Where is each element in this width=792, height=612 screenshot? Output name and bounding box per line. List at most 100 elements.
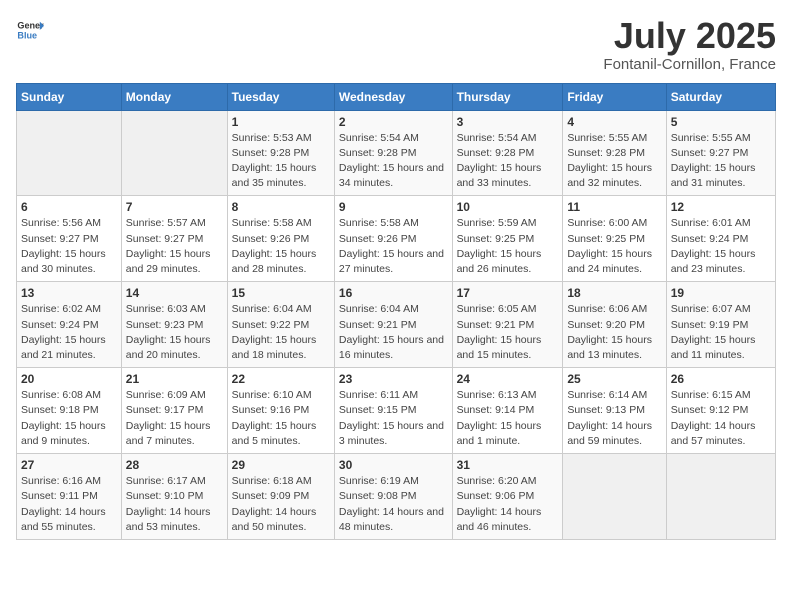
calendar-cell: 8Sunrise: 5:58 AMSunset: 9:26 PMDaylight… — [227, 196, 334, 282]
day-detail: Sunrise: 6:11 AMSunset: 9:15 PMDaylight:… — [339, 388, 448, 449]
day-number: 23 — [339, 372, 448, 386]
day-number: 31 — [457, 458, 559, 472]
day-detail: Sunrise: 6:14 AMSunset: 9:13 PMDaylight:… — [567, 388, 661, 449]
day-number: 16 — [339, 286, 448, 300]
calendar-cell — [563, 454, 666, 540]
day-number: 28 — [126, 458, 223, 472]
calendar-cell: 22Sunrise: 6:10 AMSunset: 9:16 PMDayligh… — [227, 368, 334, 454]
page-header: General Blue July 2025 Fontanil-Cornillo… — [16, 16, 776, 73]
day-detail: Sunrise: 6:19 AMSunset: 9:08 PMDaylight:… — [339, 474, 448, 535]
day-number: 5 — [671, 115, 771, 129]
day-number: 4 — [567, 115, 661, 129]
calendar-week-row: 27Sunrise: 6:16 AMSunset: 9:11 PMDayligh… — [17, 454, 776, 540]
day-number: 30 — [339, 458, 448, 472]
calendar-cell: 20 Sunrise: 6:08 AMSunset: 9:18 PMDayligh… — [17, 368, 122, 454]
day-number: 25 — [567, 372, 661, 386]
day-detail: Sunrise: 5:56 AMSunset: 9:27 PMDaylight:… — [21, 216, 117, 277]
calendar-cell — [17, 110, 122, 196]
day-detail: Sunrise: 5:58 AMSunset: 9:26 PMDaylight:… — [232, 216, 330, 277]
calendar-cell: 4 Sunrise: 5:55 AMSunset: 9:28 PMDaylight… — [563, 110, 666, 196]
day-detail: Sunrise: 5:54 AMSunset: 9:28 PMDaylight:… — [339, 131, 448, 192]
logo-icon: General Blue — [16, 16, 44, 44]
header-cell-saturday: Saturday — [666, 83, 775, 110]
day-detail: Sunrise: 5:55 AMSunset: 9:28 PMDaylight:… — [567, 131, 661, 192]
day-detail: Sunrise: 5:55 AMSunset: 9:27 PMDaylight:… — [671, 131, 771, 192]
day-detail: Sunrise: 6:18 AMSunset: 9:09 PMDaylight:… — [232, 474, 330, 535]
header-cell-wednesday: Wednesday — [334, 83, 452, 110]
calendar-cell: 15 Sunrise: 6:04 AMSunset: 9:22 PMDayligh… — [227, 282, 334, 368]
day-number: 15 — [232, 286, 330, 300]
day-detail: Sunrise: 6:05 AMSunset: 9:21 PMDaylight:… — [457, 302, 559, 363]
calendar-week-row: 6 Sunrise: 5:56 AMSunset: 9:27 PMDaylight… — [17, 196, 776, 282]
calendar-cell: 31Sunrise: 6:20 AMSunset: 9:06 PMDayligh… — [452, 454, 563, 540]
calendar-table: SundayMondayTuesdayWednesdayThursdayFrid… — [16, 83, 776, 540]
calendar-cell: 28Sunrise: 6:17 AMSunset: 9:10 PMDayligh… — [121, 454, 227, 540]
day-detail: Sunrise: 6:04 AMSunset: 9:22 PMDaylight:… — [232, 302, 330, 363]
calendar-cell: 23 Sunrise: 6:11 AMSunset: 9:15 PMDayligh… — [334, 368, 452, 454]
day-detail: Sunrise: 6:00 AMSunset: 9:25 PMDaylight:… — [567, 216, 661, 277]
day-detail: Sunrise: 6:03 AMSunset: 9:23 PMDaylight:… — [126, 302, 223, 363]
day-number: 29 — [232, 458, 330, 472]
header-cell-monday: Monday — [121, 83, 227, 110]
day-number: 11 — [567, 200, 661, 214]
header-cell-thursday: Thursday — [452, 83, 563, 110]
calendar-cell — [666, 454, 775, 540]
calendar-week-row: 13 Sunrise: 6:02 AMSunset: 9:24 PMDayligh… — [17, 282, 776, 368]
calendar-cell: 12Sunrise: 6:01 AMSunset: 9:24 PMDayligh… — [666, 196, 775, 282]
calendar-cell: 1 Sunrise: 5:53 AMSunset: 9:28 PMDaylight… — [227, 110, 334, 196]
day-detail: Sunrise: 5:53 AMSunset: 9:28 PMDaylight:… — [232, 131, 330, 192]
calendar-week-row: 1 Sunrise: 5:53 AMSunset: 9:28 PMDaylight… — [17, 110, 776, 196]
day-number: 14 — [126, 286, 223, 300]
day-detail: Sunrise: 6:01 AMSunset: 9:24 PMDaylight:… — [671, 216, 771, 277]
day-number: 18 — [567, 286, 661, 300]
day-detail: Sunrise: 6:15 AMSunset: 9:12 PMDaylight:… — [671, 388, 771, 449]
day-detail: Sunrise: 6:04 AMSunset: 9:21 PMDaylight:… — [339, 302, 448, 363]
day-detail: Sunrise: 5:57 AMSunset: 9:27 PMDaylight:… — [126, 216, 223, 277]
calendar-cell: 3Sunrise: 5:54 AMSunset: 9:28 PMDaylight… — [452, 110, 563, 196]
day-number: 9 — [339, 200, 448, 214]
sub-title: Fontanil-Cornillon, France — [603, 56, 776, 73]
calendar-cell: 21Sunrise: 6:09 AMSunset: 9:17 PMDayligh… — [121, 368, 227, 454]
calendar-cell: 18Sunrise: 6:06 AMSunset: 9:20 PMDayligh… — [563, 282, 666, 368]
calendar-cell: 19Sunrise: 6:07 AMSunset: 9:19 PMDayligh… — [666, 282, 775, 368]
calendar-cell: 5 Sunrise: 5:55 AMSunset: 9:27 PMDaylight… — [666, 110, 775, 196]
svg-text:Blue: Blue — [17, 30, 37, 40]
main-title: July 2025 — [603, 16, 776, 56]
day-detail: Sunrise: 6:08 AMSunset: 9:18 PMDaylight:… — [21, 388, 117, 449]
calendar-cell: 27Sunrise: 6:16 AMSunset: 9:11 PMDayligh… — [17, 454, 122, 540]
calendar-week-row: 20 Sunrise: 6:08 AMSunset: 9:18 PMDayligh… — [17, 368, 776, 454]
day-detail: Sunrise: 5:58 AMSunset: 9:26 PMDaylight:… — [339, 216, 448, 277]
day-number: 13 — [21, 286, 117, 300]
day-detail: Sunrise: 6:02 AMSunset: 9:24 PMDaylight:… — [21, 302, 117, 363]
calendar-cell: 25 Sunrise: 6:14 AMSunset: 9:13 PMDayligh… — [563, 368, 666, 454]
logo: General Blue — [16, 16, 44, 44]
calendar-cell: 29 Sunrise: 6:18 AMSunset: 9:09 PMDayligh… — [227, 454, 334, 540]
day-number: 1 — [232, 115, 330, 129]
day-detail: Sunrise: 6:07 AMSunset: 9:19 PMDaylight:… — [671, 302, 771, 363]
day-number: 2 — [339, 115, 448, 129]
day-detail: Sunrise: 5:59 AMSunset: 9:25 PMDaylight:… — [457, 216, 559, 277]
day-number: 24 — [457, 372, 559, 386]
title-area: July 2025 Fontanil-Cornillon, France — [603, 16, 776, 73]
calendar-cell — [121, 110, 227, 196]
calendar-cell: 16 Sunrise: 6:04 AMSunset: 9:21 PMDayligh… — [334, 282, 452, 368]
calendar-cell: 6 Sunrise: 5:56 AMSunset: 9:27 PMDaylight… — [17, 196, 122, 282]
calendar-cell: 11 Sunrise: 6:00 AMSunset: 9:25 PMDayligh… — [563, 196, 666, 282]
day-number: 20 — [21, 372, 117, 386]
calendar-cell: 14 Sunrise: 6:03 AMSunset: 9:23 PMDayligh… — [121, 282, 227, 368]
calendar-cell: 7Sunrise: 5:57 AMSunset: 9:27 PMDaylight… — [121, 196, 227, 282]
calendar-cell: 2 Sunrise: 5:54 AMSunset: 9:28 PMDaylight… — [334, 110, 452, 196]
day-number: 6 — [21, 200, 117, 214]
day-detail: Sunrise: 6:16 AMSunset: 9:11 PMDaylight:… — [21, 474, 117, 535]
day-detail: Sunrise: 5:54 AMSunset: 9:28 PMDaylight:… — [457, 131, 559, 192]
header-cell-friday: Friday — [563, 83, 666, 110]
calendar-cell: 24 Sunrise: 6:13 AMSunset: 9:14 PMDayligh… — [452, 368, 563, 454]
header-cell-tuesday: Tuesday — [227, 83, 334, 110]
calendar-cell: 26 Sunrise: 6:15 AMSunset: 9:12 PMDayligh… — [666, 368, 775, 454]
day-number: 26 — [671, 372, 771, 386]
day-number: 17 — [457, 286, 559, 300]
day-detail: Sunrise: 6:13 AMSunset: 9:14 PMDaylight:… — [457, 388, 559, 449]
header-cell-sunday: Sunday — [17, 83, 122, 110]
calendar-cell: 9 Sunrise: 5:58 AMSunset: 9:26 PMDaylight… — [334, 196, 452, 282]
calendar-body: 1 Sunrise: 5:53 AMSunset: 9:28 PMDaylight… — [17, 110, 776, 539]
